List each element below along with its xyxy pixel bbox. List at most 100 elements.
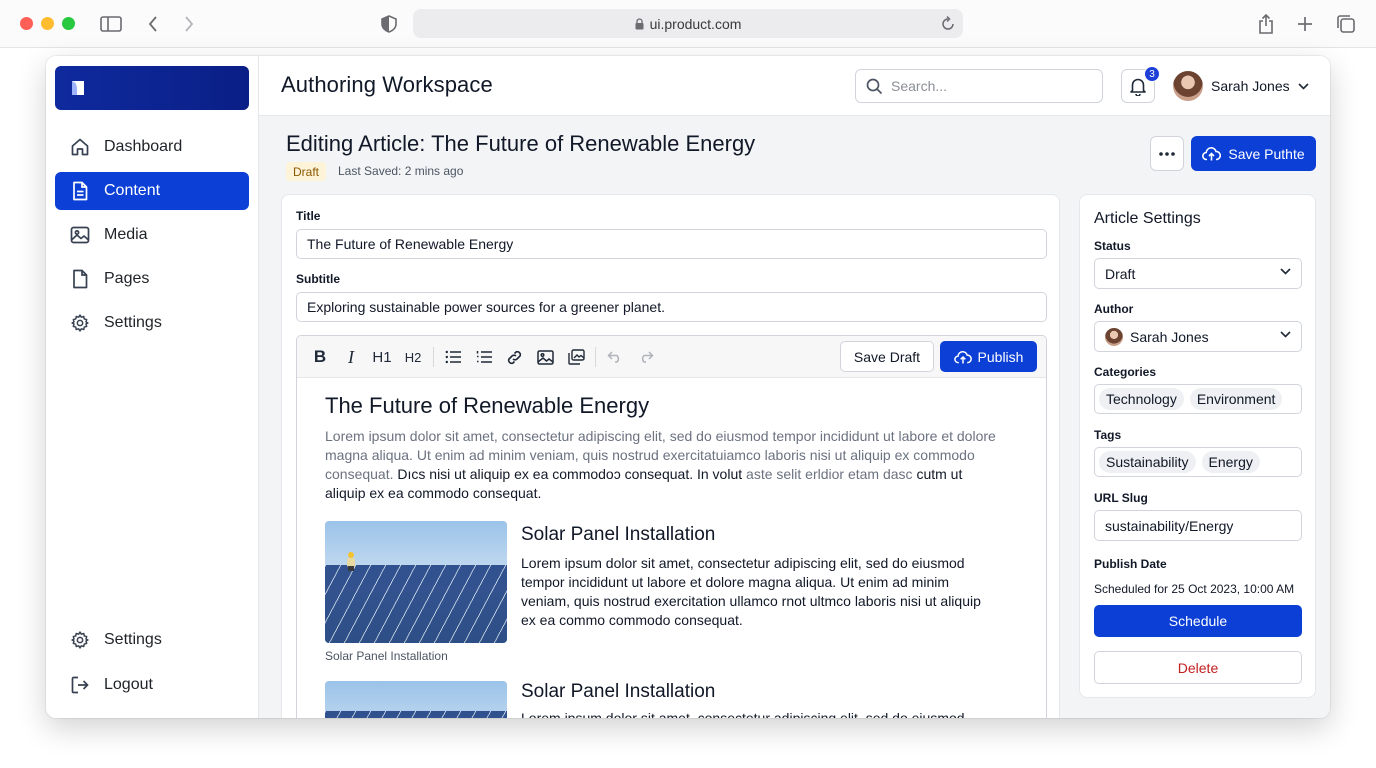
share-icon[interactable]	[1256, 12, 1276, 36]
sidebar-item-settings-bottom[interactable]: Settings	[55, 621, 249, 659]
solar-panel-image[interactable]	[325, 521, 507, 643]
sidebar-item-pages[interactable]: Pages	[55, 260, 249, 298]
sidebar-item-media[interactable]: Media	[55, 216, 249, 254]
minimize-window-button[interactable]	[41, 17, 54, 30]
last-saved-text: Last Saved: 2 mins ago	[338, 164, 464, 178]
bold-icon[interactable]: B	[308, 345, 332, 369]
cloud-upload-icon	[1202, 147, 1222, 161]
url-slug-input[interactable]: sustainability/Energy	[1094, 510, 1302, 541]
sidebar: Dashboard Content Media Pages Settings S…	[46, 56, 259, 718]
new-tab-icon[interactable]	[1296, 12, 1314, 36]
sidebar-item-label: Dashboard	[104, 138, 183, 155]
title-input[interactable]: The Future of Renewable Energy	[296, 229, 1047, 259]
app-window: Dashboard Content Media Pages Settings S…	[46, 56, 1330, 718]
sidebar-item-logout[interactable]: Logout	[55, 666, 249, 704]
schedule-button[interactable]: Schedule	[1094, 605, 1302, 637]
category-chip[interactable]: Environment	[1189, 388, 1283, 410]
more-options-button[interactable]	[1150, 136, 1184, 171]
reload-icon[interactable]	[941, 15, 955, 31]
page-icon	[69, 268, 91, 290]
notification-count-badge: 3	[1144, 66, 1160, 82]
sidebar-item-label: Settings	[104, 314, 162, 331]
categories-label: Categories	[1094, 365, 1157, 379]
sidebar-item-dashboard[interactable]: Dashboard	[55, 128, 249, 166]
search-icon	[866, 78, 883, 95]
user-menu[interactable]: Sarah Jones	[1173, 70, 1309, 102]
categories-field[interactable]: Technology Environment	[1094, 384, 1302, 414]
section-text-2: Lorem ipsum dolor sit amet, consectetur …	[521, 710, 965, 718]
save-draft-button[interactable]: Save Draft	[840, 341, 934, 372]
chevron-down-icon	[1298, 82, 1309, 90]
url-slug-label: URL Slug	[1094, 491, 1148, 505]
notifications-button[interactable]: 3	[1121, 66, 1160, 103]
author-label: Author	[1094, 302, 1134, 316]
rich-text-editor: B I H1 H2 Save Draft Publish The Future …	[296, 335, 1047, 718]
sidebar-item-content[interactable]: Content	[55, 172, 249, 210]
user-name: Sarah Jones	[1211, 78, 1290, 94]
search-input[interactable]	[891, 78, 1091, 94]
sidebar-toggle-icon[interactable]	[100, 12, 122, 36]
undo-icon[interactable]	[603, 345, 627, 369]
sidebar-item-label: Logout	[104, 676, 153, 693]
toolbar-divider	[595, 347, 596, 367]
sidebar-item-label: Content	[104, 182, 161, 199]
delete-button[interactable]: Delete	[1094, 651, 1302, 684]
tag-chip[interactable]: Energy	[1201, 451, 1260, 473]
save-publish-button[interactable]: Save Puthte	[1191, 136, 1316, 171]
cloud-upload-icon	[953, 350, 972, 364]
heading-1-button[interactable]: H1	[370, 345, 394, 369]
title-label: Title	[296, 209, 321, 223]
top-bar: Authoring Workspace 3 Sarah Jones	[259, 56, 1330, 116]
sidebar-item-label: Settings	[104, 631, 162, 648]
address-bar[interactable]: ui.product.com	[413, 9, 963, 38]
save-publish-label: Save Puthte	[1228, 145, 1305, 162]
publish-label: Publish	[977, 348, 1024, 365]
chevron-down-icon	[1280, 331, 1291, 338]
intro-text-dark: Dıcs nisi ut aliquip ex ea commodoɔ cons…	[397, 466, 743, 482]
solar-panel-image-2[interactable]	[325, 681, 507, 718]
tags-field[interactable]: Sustainability Energy	[1094, 447, 1302, 477]
image-panels	[325, 711, 507, 718]
search-box[interactable]	[855, 69, 1103, 103]
sidebar-item-settings[interactable]: Settings	[55, 304, 249, 342]
back-icon[interactable]	[145, 12, 161, 36]
gear-icon	[69, 312, 91, 334]
link-icon[interactable]	[502, 345, 526, 369]
privacy-shield-icon[interactable]	[380, 12, 398, 36]
gear-icon	[69, 629, 91, 651]
avatar	[1173, 71, 1203, 101]
editor-card: Title The Future of Renewable Energy Sub…	[281, 194, 1060, 718]
tag-chip[interactable]: Sustainability	[1099, 451, 1196, 473]
publish-button[interactable]: Publish	[940, 341, 1037, 372]
intro-text-grey-2: aste selit erldior etam dasc	[746, 466, 913, 482]
article-intro-paragraph[interactable]: Lorem ipsum dolor sit amet, consectetur …	[325, 427, 1005, 503]
category-chip[interactable]: Technology	[1099, 388, 1184, 410]
image-panels	[325, 565, 507, 643]
insert-media-icon[interactable]	[564, 345, 588, 369]
author-select[interactable]: Sarah Jones	[1094, 321, 1302, 352]
author-value: Sarah Jones	[1130, 328, 1209, 345]
maximize-window-button[interactable]	[62, 17, 75, 30]
page-title: Editing Article: The Future of Renewable…	[286, 131, 756, 156]
publish-date-label: Publish Date	[1094, 557, 1167, 571]
home-icon	[69, 136, 91, 158]
insert-image-icon[interactable]	[533, 345, 557, 369]
subtitle-label: Subtitle	[296, 272, 340, 286]
section-text: Lorem ipsum dolor sit amet, consectetur …	[521, 555, 981, 628]
image-icon	[69, 224, 91, 246]
numbered-list-icon[interactable]	[472, 345, 496, 369]
main-area: Authoring Workspace 3 Sarah Jones	[259, 56, 1330, 718]
subtitle-input[interactable]: Exploring sustainable power sources for …	[296, 292, 1047, 322]
status-select[interactable]: Draft	[1094, 258, 1302, 289]
heading-2-button[interactable]: H2	[401, 345, 425, 369]
redo-icon[interactable]	[634, 345, 658, 369]
chevron-down-icon	[1280, 268, 1291, 275]
lock-icon	[635, 17, 644, 30]
italic-icon[interactable]: I	[339, 345, 363, 369]
forward-icon[interactable]	[181, 12, 197, 36]
logo[interactable]	[55, 66, 249, 110]
document-icon	[69, 180, 91, 202]
tab-overview-icon[interactable]	[1336, 12, 1356, 36]
bulleted-list-icon[interactable]	[441, 345, 465, 369]
close-window-button[interactable]	[20, 17, 33, 30]
